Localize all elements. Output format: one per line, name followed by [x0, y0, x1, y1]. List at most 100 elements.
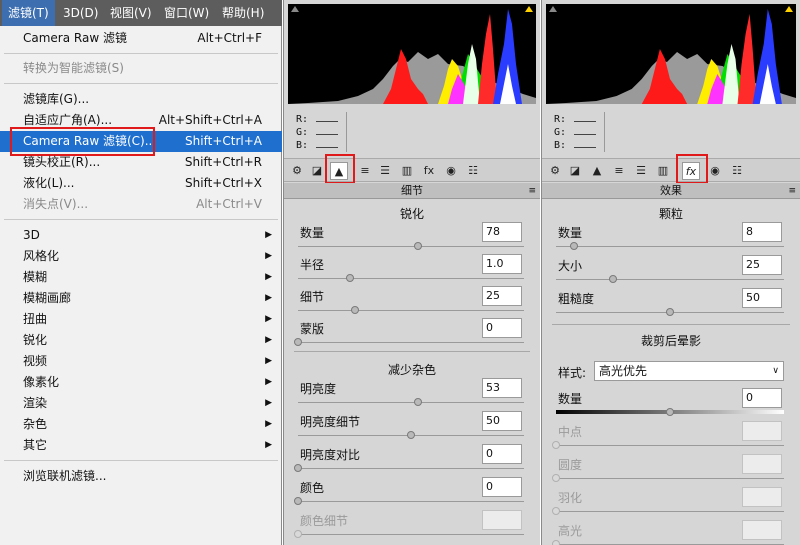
filter-menu: 滤镜(T) 3D(D) 视图(V) 窗口(W) 帮助(H) Camera Raw…	[0, 0, 282, 545]
menu-item-pixelate[interactable]: 像素化 ▶	[0, 372, 282, 393]
presets-icon[interactable]: ☷	[464, 162, 482, 180]
sharpening-value-input[interactable]: 25	[482, 286, 522, 306]
menu-item-stylize[interactable]: 风格化 ▶	[0, 246, 282, 267]
menu-3d[interactable]: 3D(D)	[57, 0, 104, 26]
menu-separator	[4, 83, 278, 84]
vignette-slider-thumb[interactable]	[666, 408, 674, 416]
tone-curve-icon[interactable]: ◪	[308, 162, 326, 180]
sharpening-slider-track[interactable]	[298, 310, 524, 311]
menu-item-shortcut: Alt+Ctrl+V	[196, 194, 262, 215]
noise-reduction-label: 颜色细节	[300, 512, 348, 529]
presets-icon[interactable]: ☷	[728, 162, 746, 180]
noise-reduction-slider-thumb[interactable]	[407, 431, 415, 439]
sharpening-label: 数量	[300, 224, 324, 241]
grain-slider-track[interactable]	[556, 246, 784, 247]
vignette-value-input[interactable]: 0	[742, 388, 782, 408]
noise-reduction-slider-thumb	[294, 530, 302, 538]
panel-menu-icon[interactable]: ≡	[788, 183, 796, 199]
sharpening-slider-thumb[interactable]	[294, 338, 302, 346]
shadow-clipping-icon[interactable]	[291, 6, 299, 12]
camera-calibration-icon[interactable]: ◉	[442, 162, 460, 180]
shadow-clipping-icon[interactable]	[549, 6, 557, 12]
sharpening-slider-thumb[interactable]	[346, 274, 354, 282]
rgb-readout-line	[574, 121, 596, 122]
menu-item-other[interactable]: 其它 ▶	[0, 435, 282, 456]
menu-item-liquify[interactable]: 液化(L)... Shift+Ctrl+X	[0, 173, 282, 194]
lens-corrections-icon[interactable]: ▥	[398, 162, 416, 180]
sharpening-value-input[interactable]: 0	[482, 318, 522, 338]
noise-reduction-label: 明亮度对比	[300, 446, 360, 463]
split-toning-icon[interactable]: ☰	[376, 162, 394, 180]
highlight-clipping-icon[interactable]	[525, 6, 533, 12]
grain-slider-track[interactable]	[556, 279, 784, 280]
basic-settings-icon[interactable]: ⚙	[288, 162, 306, 180]
histogram-graph	[288, 4, 536, 104]
menu-view[interactable]: 视图(V)	[104, 0, 158, 26]
grain-label: 数量	[558, 224, 582, 241]
vignette-style-select[interactable]: 高光优先 ∨	[594, 361, 784, 381]
menu-item-label: 消失点(V)...	[23, 194, 88, 215]
highlight-clipping-icon[interactable]	[785, 6, 793, 12]
menu-window[interactable]: 窗口(W)	[158, 0, 215, 26]
sharpening-slider-track[interactable]	[298, 246, 524, 247]
basic-settings-icon[interactable]: ⚙	[546, 162, 564, 180]
menu-item-label: 视频	[23, 351, 47, 372]
sharpening-slider-track[interactable]	[298, 278, 524, 279]
menu-item-blur[interactable]: 模糊 ▶	[0, 267, 282, 288]
rgb-readout-b: B:	[296, 140, 308, 151]
hsl-icon[interactable]: ≡	[610, 162, 628, 180]
section-divider	[294, 351, 530, 352]
noise-reduction-value-input[interactable]: 50	[482, 411, 522, 431]
menu-item-3d[interactable]: 3D ▶	[0, 225, 282, 246]
rgb-readout-line	[316, 147, 338, 148]
split-toning-icon[interactable]: ☰	[632, 162, 650, 180]
noise-reduction-value-input[interactable]: 0	[482, 444, 522, 464]
sharpening-value-input[interactable]: 1.0	[482, 254, 522, 274]
lens-corrections-icon[interactable]: ▥	[654, 162, 672, 180]
grain-value-input[interactable]: 25	[742, 255, 782, 275]
histogram	[288, 4, 536, 104]
grain-slider-thumb[interactable]	[666, 308, 674, 316]
noise-reduction-slider-track[interactable]	[298, 402, 524, 403]
noise-reduction-value-input[interactable]: 53	[482, 378, 522, 398]
sharpening-slider-thumb[interactable]	[414, 242, 422, 250]
menu-item-label: 模糊	[23, 267, 47, 288]
sharpening-slider-track[interactable]	[298, 342, 524, 343]
menu-item-blur-gallery[interactable]: 模糊画廊 ▶	[0, 288, 282, 309]
menu-item-camera-raw-last[interactable]: Camera Raw 滤镜 Alt+Ctrl+F	[0, 28, 282, 49]
menu-item-render[interactable]: 渲染 ▶	[0, 393, 282, 414]
menu-item-lens-correction[interactable]: 镜头校正(R)... Shift+Ctrl+R	[0, 152, 282, 173]
sharpening-value-input[interactable]: 78	[482, 222, 522, 242]
menu-help[interactable]: 帮助(H)	[216, 0, 270, 26]
noise-reduction-slider-thumb[interactable]	[294, 464, 302, 472]
menu-item-noise[interactable]: 杂色 ▶	[0, 414, 282, 435]
menu-item-distort[interactable]: 扭曲 ▶	[0, 309, 282, 330]
camera-calibration-icon[interactable]: ◉	[706, 162, 724, 180]
noise-reduction-slider-track[interactable]	[298, 468, 524, 469]
grain-slider-thumb[interactable]	[570, 242, 578, 250]
menu-item-filter-gallery[interactable]: 滤镜库(G)...	[0, 89, 282, 110]
noise-reduction-slider-thumb[interactable]	[294, 497, 302, 505]
panel-title: 细节	[401, 184, 423, 197]
noise-reduction-label: 明亮度细节	[300, 413, 360, 430]
menu-filter[interactable]: 滤镜(T)	[2, 0, 55, 26]
menu-item-video[interactable]: 视频 ▶	[0, 351, 282, 372]
grain-slider-thumb[interactable]	[609, 275, 617, 283]
grain-value-input[interactable]: 50	[742, 288, 782, 308]
menu-item-sharpen[interactable]: 锐化 ▶	[0, 330, 282, 351]
noise-reduction-slider-thumb[interactable]	[414, 398, 422, 406]
menu-item-label: 锐化	[23, 330, 47, 351]
vignette-value-input	[742, 421, 782, 441]
vignette-label: 数量	[558, 390, 582, 407]
hsl-icon[interactable]: ≡	[356, 162, 374, 180]
effects-icon[interactable]: fx	[420, 162, 438, 180]
menu-item-browse-online[interactable]: 浏览联机滤镜...	[0, 466, 282, 487]
panel-menu-icon[interactable]: ≡	[528, 183, 536, 199]
sharpening-slider-thumb[interactable]	[351, 306, 359, 314]
detail-icon[interactable]: ▲	[588, 162, 606, 180]
menu-item-shortcut: Alt+Shift+Ctrl+A	[159, 110, 262, 131]
noise-reduction-slider-track[interactable]	[298, 501, 524, 502]
grain-value-input[interactable]: 8	[742, 222, 782, 242]
tone-curve-icon[interactable]: ◪	[566, 162, 584, 180]
noise-reduction-value-input[interactable]: 0	[482, 477, 522, 497]
